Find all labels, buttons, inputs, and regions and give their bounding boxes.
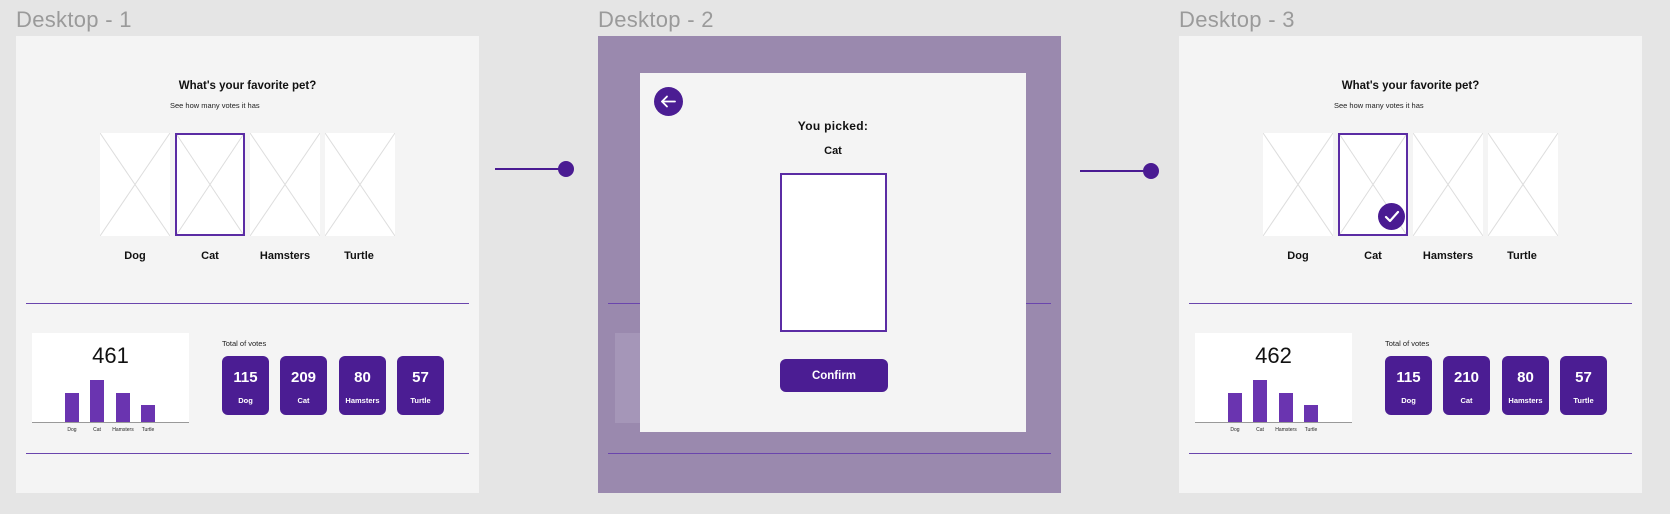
vote-label-cat: Cat (297, 396, 310, 405)
image-placeholder-icon (1488, 133, 1558, 236)
bar-cat (1253, 380, 1267, 422)
pet-option-cat[interactable] (175, 133, 245, 236)
bar-hamsters (1279, 393, 1293, 422)
bar-dog (1228, 393, 1242, 422)
image-placeholder-icon (1413, 133, 1483, 236)
pet-label-dog: Dog (1287, 250, 1309, 262)
back-button[interactable] (654, 87, 683, 116)
divider-bottom (1189, 453, 1632, 454)
vote-count-dog: 115 (233, 369, 258, 386)
divider-bottom (26, 453, 469, 454)
confirm-button[interactable]: Confirm (780, 359, 888, 392)
bar-label-hamsters: Hamsters (112, 427, 134, 433)
divider-top (1189, 303, 1632, 304)
vote-count-cat: 209 (290, 369, 317, 386)
pet-option-turtle[interactable] (325, 133, 395, 236)
vote-count-dog: 115 (1396, 369, 1421, 386)
flow-connector-2 (1080, 170, 1152, 172)
desktop-2-frame: You picked: Cat Confirm (598, 36, 1061, 493)
bar-turtle (141, 405, 155, 422)
bar-dog (65, 393, 79, 422)
poll-question: What's your favorite pet? (178, 80, 317, 92)
divider-top (26, 303, 469, 304)
pet-option-dog[interactable] (100, 133, 170, 236)
vote-count-cat: 210 (1453, 369, 1480, 386)
pet-label-hamsters: Hamsters (259, 250, 311, 262)
pet-options: Dog Cat Hamsters Turtle (1263, 133, 1559, 263)
pet-option-dog[interactable] (1263, 133, 1333, 236)
vote-count-hamsters: 80 (1517, 369, 1534, 386)
image-placeholder-icon (100, 133, 170, 236)
vote-label-hamsters: Hamsters (1508, 396, 1543, 405)
frame-title-3: Desktop - 3 (1179, 7, 1295, 32)
votes-mini-chart: 462 Dog Cat Hamsters Turtle (1195, 333, 1352, 433)
vote-card-dog: 115 Dog (222, 356, 269, 415)
vote-card-turtle: 57 Turtle (397, 356, 444, 415)
poll-subtitle: See how many votes it has (170, 101, 260, 110)
votes-mini-chart: 461 Dog Cat Hamsters Turtle (32, 333, 189, 433)
pet-label-turtle: Turtle (1507, 250, 1537, 262)
vote-card-dog: 115 Dog (1385, 356, 1432, 415)
vote-label-cat: Cat (1460, 396, 1473, 405)
vote-label-hamsters: Hamsters (345, 396, 380, 405)
poll-subtitle: See how many votes it has (1334, 101, 1424, 110)
image-placeholder-icon (250, 133, 320, 236)
pet-option-hamsters[interactable] (1413, 133, 1483, 236)
picked-pet-image (780, 173, 887, 332)
vote-card-hamsters: 80 Hamsters (1502, 356, 1549, 415)
background-divider (608, 453, 1051, 454)
pet-label-cat: Cat (1364, 250, 1382, 262)
bar-label-dog: Dog (1230, 427, 1239, 433)
vote-label-dog: Dog (238, 396, 253, 405)
vote-count-turtle: 57 (1575, 369, 1592, 386)
image-placeholder-icon (325, 133, 395, 236)
bar-label-hamsters: Hamsters (1275, 427, 1297, 433)
pet-label-turtle: Turtle (344, 250, 374, 262)
bar-label-cat: Cat (93, 427, 101, 433)
bar-hamsters (116, 393, 130, 422)
picked-pet-name: Cat (824, 145, 842, 157)
desktop-1-frame: What's your favorite pet? See how many v… (16, 36, 479, 493)
frame-title-1: Desktop - 1 (16, 7, 132, 32)
bar-label-cat: Cat (1256, 427, 1264, 433)
pet-label-hamsters: Hamsters (1422, 250, 1474, 262)
vote-label-dog: Dog (1401, 396, 1416, 405)
pet-option-hamsters[interactable] (250, 133, 320, 236)
pet-label-dog: Dog (124, 250, 146, 262)
mini-bar-chart: Dog Cat Hamsters Turtle (1195, 380, 1352, 433)
bar-turtle (1304, 405, 1318, 422)
total-votes-label: Total of votes (1385, 339, 1430, 348)
vote-card-hamsters: 80 Hamsters (339, 356, 386, 415)
flow-connector-dot-2 (1143, 163, 1159, 179)
pet-label-cat: Cat (201, 250, 219, 262)
desktop-3-frame: What's your favorite pet? See how many v… (1179, 36, 1642, 493)
image-placeholder-icon (1263, 133, 1333, 236)
image-placeholder-icon (177, 135, 243, 234)
pet-option-turtle[interactable] (1488, 133, 1558, 236)
bar-label-turtle: Turtle (142, 427, 155, 433)
arrow-left-icon (661, 95, 676, 108)
vote-card-turtle: 57 Turtle (1560, 356, 1607, 415)
flow-connector-dot-1 (558, 161, 574, 177)
checkmark-icon (1378, 203, 1405, 230)
flow-connector-1 (495, 168, 567, 170)
vote-label-turtle: Turtle (410, 396, 431, 405)
picked-heading: You picked: (797, 119, 869, 133)
vote-count-hamsters: 80 (354, 369, 371, 386)
vote-count-turtle: 57 (412, 369, 429, 386)
pet-options: Dog Cat Hamsters Turtle (100, 133, 396, 263)
bar-cat (90, 380, 104, 422)
vote-label-turtle: Turtle (1573, 396, 1594, 405)
bar-label-dog: Dog (67, 427, 76, 433)
bar-label-turtle: Turtle (1305, 427, 1318, 433)
frame-title-2: Desktop - 2 (598, 7, 714, 32)
vote-card-cat: 210 Cat (1443, 356, 1490, 415)
confirm-modal: You picked: Cat Confirm (640, 73, 1026, 432)
mini-bar-chart: Dog Cat Hamsters Turtle (32, 380, 189, 433)
poll-question: What's your favorite pet? (1341, 80, 1480, 92)
vote-card-cat: 209 Cat (280, 356, 327, 415)
total-votes-label: Total of votes (222, 339, 267, 348)
